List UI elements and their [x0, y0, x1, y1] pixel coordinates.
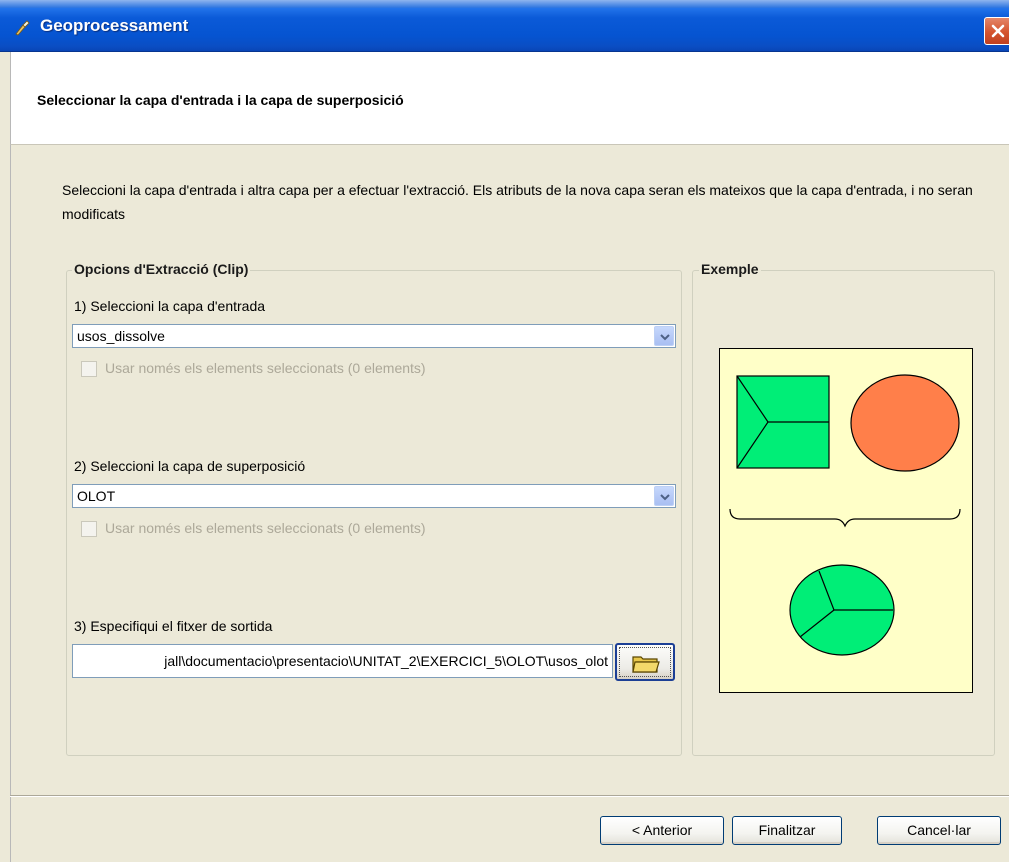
clip-options-legend: Opcions d'Extracció (Clip) [72, 261, 251, 277]
input-layer-shape [736, 375, 830, 469]
chevron-down-icon [660, 334, 670, 341]
overlay-selected-only-label: Usar només els elements seleccionats (0 … [105, 520, 426, 536]
wizard-step-title: Seleccionar la capa d'entrada i la capa … [37, 92, 404, 108]
clip-example-diagram [729, 374, 961, 656]
overlay-selected-only-checkbox[interactable]: Usar només els elements seleccionats (0 … [81, 519, 501, 539]
close-button[interactable] [984, 17, 1009, 45]
wizard-header: Seleccionar la capa d'entrada i la capa … [10, 52, 1009, 145]
output-file-input[interactable]: jall\documentacio\presentacio\UNITAT_2\E… [72, 644, 613, 678]
overlay-selected-only-box[interactable] [81, 521, 97, 537]
brace-icon [729, 508, 961, 528]
overlay-layer-label: 2) Seleccioni la capa de superposició [74, 458, 306, 474]
input-layer-value: usos_dissolve [77, 328, 165, 344]
clip-example-illustration [719, 348, 973, 693]
output-file-value: jall\documentacio\presentacio\UNITAT_2\E… [164, 653, 608, 669]
app-icon [15, 20, 30, 36]
title-bar-strip [0, 0, 1009, 8]
output-file-label: 3) Especifiqui el fitxer de sortida [74, 618, 273, 634]
example-legend: Exemple [699, 261, 761, 277]
browse-output-button[interactable] [615, 643, 675, 681]
input-selected-only-box[interactable] [81, 361, 97, 377]
window-title: Geoprocessament [40, 16, 189, 35]
overlay-layer-select[interactable]: OLOT [72, 484, 676, 508]
chevron-down-icon [660, 494, 670, 501]
overlay-layer-dropdown-button[interactable] [654, 486, 674, 506]
geoprocessing-dialog: Geoprocessament Seleccionar la capa d'en… [0, 0, 1009, 862]
overlay-layer-shape [850, 374, 960, 472]
back-button[interactable]: < Anterior [600, 816, 724, 845]
close-icon [991, 24, 1005, 38]
title-bar[interactable]: Geoprocessament [0, 0, 1009, 52]
input-layer-select[interactable]: usos_dissolve [72, 324, 676, 348]
input-layer-dropdown-button[interactable] [654, 326, 674, 346]
clip-result-shape [789, 564, 895, 656]
input-selected-only-checkbox[interactable]: Usar només els elements seleccionats (0 … [81, 359, 501, 379]
input-layer-label: 1) Seleccioni la capa d'entrada [74, 298, 266, 314]
folder-icon [632, 656, 660, 673]
input-selected-only-label: Usar només els elements seleccionats (0 … [105, 360, 426, 376]
footer-divider [10, 795, 1009, 797]
step-description: Seleccioni la capa d'entrada i altra cap… [62, 182, 973, 222]
overlay-layer-value: OLOT [77, 488, 116, 504]
finish-button[interactable]: Finalitzar [732, 816, 842, 845]
cancel-button[interactable]: Cancel·lar [877, 816, 1001, 845]
